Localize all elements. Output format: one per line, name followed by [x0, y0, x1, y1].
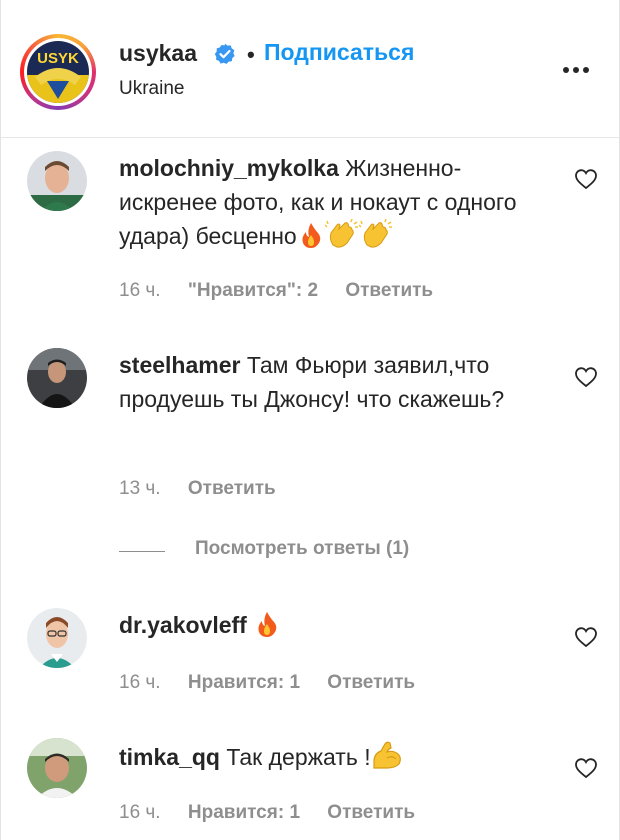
author-username[interactable]: usykaa [119, 40, 197, 67]
commenter-avatar[interactable] [27, 151, 87, 211]
comment-time[interactable]: 16 ч. [119, 280, 161, 301]
svg-text:USYK: USYK [37, 50, 79, 67]
avatar-photo-icon [27, 608, 87, 668]
commenter-avatar[interactable] [27, 738, 87, 798]
commenter-avatar[interactable] [27, 608, 87, 668]
avatar-photo-icon [27, 151, 87, 211]
comment-likes-count[interactable]: Нравится: 1 [188, 672, 300, 693]
follow-button[interactable]: Подписаться [264, 39, 414, 66]
post-comments-panel: USYK usykaa • Подписаться Ukraine moloch… [0, 0, 620, 840]
like-heart-icon[interactable] [574, 757, 598, 779]
comment-text: dr.yakovleff [119, 608, 549, 642]
comment-likes-count[interactable]: Нравится: 1 [188, 802, 300, 823]
comment-time[interactable]: 16 ч. [119, 672, 161, 693]
comment-text: steelhamer Там Фьюри заявил,что продуешь… [119, 348, 549, 416]
comment-time[interactable]: 16 ч. [119, 802, 161, 823]
verified-badge-icon [214, 43, 235, 64]
comment-meta: 16 ч. "Нравится": 2 Ответить [119, 280, 455, 302]
separator-dot: • [247, 42, 255, 67]
comment-text: molochniy_mykolka Жизненно-искренее фото… [119, 151, 549, 253]
comment-username[interactable]: steelhamer [119, 352, 240, 378]
like-heart-icon[interactable] [574, 366, 598, 388]
comment-username[interactable]: molochniy_mykolka [119, 155, 339, 181]
more-options-icon[interactable] [561, 60, 591, 80]
post-location[interactable]: Ukraine [119, 78, 184, 100]
like-heart-icon[interactable] [574, 626, 598, 648]
clapping-hands-emoji-icon [324, 219, 358, 248]
reply-button[interactable]: Ответить [188, 478, 276, 499]
avatar-photo-icon [27, 738, 87, 798]
fire-emoji-icon [258, 612, 277, 637]
comment-body: Так держать ! [226, 744, 371, 770]
post-header: USYK usykaa • Подписаться Ukraine [1, 0, 620, 138]
view-replies-line [119, 551, 165, 552]
comment-username[interactable]: timka_qq [119, 744, 220, 770]
author-avatar[interactable]: USYK [20, 34, 96, 110]
reply-button[interactable]: Ответить [327, 672, 415, 693]
avatar-photo-icon [27, 348, 87, 408]
commenter-avatar[interactable] [27, 348, 87, 408]
clapping-hands-emoji-icon [358, 219, 392, 248]
view-replies-button[interactable]: Посмотреть ответы (1) [195, 538, 409, 560]
reply-button[interactable]: Ответить [345, 280, 433, 301]
usyk-logo-icon: USYK [27, 41, 89, 103]
like-heart-icon[interactable] [574, 168, 598, 190]
reply-button[interactable]: Ответить [327, 802, 415, 823]
comment-meta: 16 ч. Нравится: 1 Ответить [119, 802, 437, 824]
comment-time[interactable]: 13 ч. [119, 478, 161, 499]
comment-likes-count[interactable]: "Нравится": 2 [188, 280, 318, 301]
comment-meta: 13 ч. Ответить [119, 478, 298, 500]
fire-emoji-icon [302, 223, 320, 248]
comment-meta: 16 ч. Нравится: 1 Ответить [119, 672, 437, 694]
comment-username[interactable]: dr.yakovleff [119, 612, 247, 638]
flexed-biceps-emoji-icon [373, 741, 401, 769]
comment-text: timka_qq Так держать ! [119, 740, 549, 774]
